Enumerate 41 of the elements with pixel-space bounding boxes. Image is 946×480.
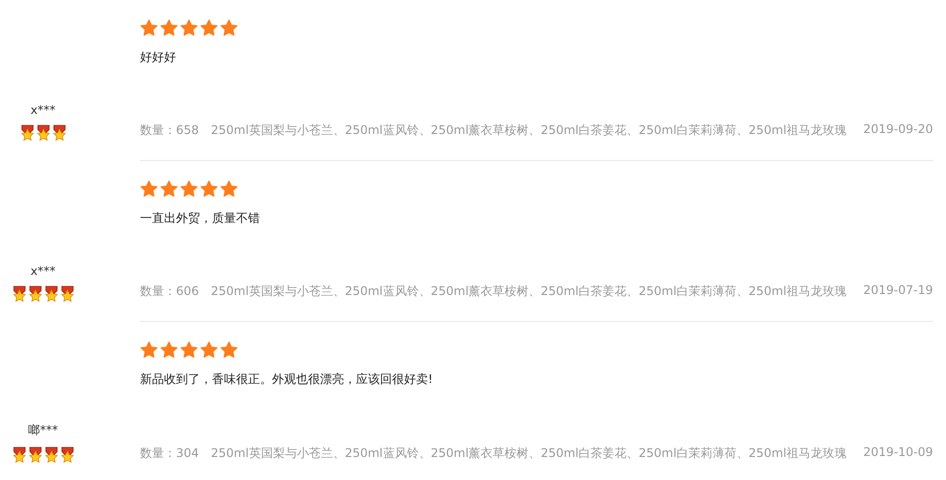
review-comment: 好好好 <box>140 49 176 66</box>
user-name: 啷*** <box>28 422 58 439</box>
medal-icon <box>28 447 42 463</box>
user-name: x*** <box>30 103 56 117</box>
review-date: 2019-07-19 <box>863 283 933 299</box>
star-icon <box>200 341 218 359</box>
star-icon <box>180 341 198 359</box>
star-icon <box>140 341 158 359</box>
review-date: 2019-09-20 <box>863 122 933 138</box>
medal-icon <box>12 447 26 463</box>
star-icon <box>220 19 238 37</box>
medal-icon <box>12 286 26 302</box>
medal-icon <box>28 286 42 302</box>
review-date: 2019-10-09 <box>863 445 933 461</box>
star-icon <box>220 180 238 198</box>
quantity-text: 数量：606 <box>140 283 199 300</box>
review-comment: 一直出外贸，质量不错 <box>140 210 260 227</box>
medal-icon <box>44 286 58 302</box>
star-icon <box>160 180 178 198</box>
star-icon <box>180 19 198 37</box>
user-name: x*** <box>30 264 56 278</box>
star-icon <box>160 341 178 359</box>
medal-icon <box>20 125 34 141</box>
star-icon <box>200 180 218 198</box>
medal-icon <box>52 125 66 141</box>
medal-icon <box>36 125 50 141</box>
star-icon <box>220 341 238 359</box>
product-specs: 250ml英国梨与小苍兰、250ml蓝风铃、250ml薰衣草桉树、250ml白茶姜花、250ml白茉莉薄荷、250ml祖马龙玫瑰 <box>210 122 846 139</box>
product-specs: 250ml英国梨与小苍兰、250ml蓝风铃、250ml薰衣草桉树、250ml白茶姜花、250ml白茉莉薄荷、250ml祖马龙玫瑰 <box>210 283 846 300</box>
product-specs: 250ml英国梨与小苍兰、250ml蓝风铃、250ml薰衣草桉树、250ml白茶姜花、250ml白茉莉薄荷、250ml祖马龙玫瑰 <box>210 445 846 462</box>
star-icon <box>180 180 198 198</box>
star-icon <box>200 19 218 37</box>
quantity-text: 数量：304 <box>140 445 199 462</box>
star-icon <box>140 180 158 198</box>
review-comment: 新品收到了，香味很正。外观也很漂亮，应该回很好卖! <box>140 371 433 388</box>
medal-icon <box>60 447 74 463</box>
star-icon <box>160 19 178 37</box>
medal-icon <box>44 447 58 463</box>
quantity-text: 数量：658 <box>140 122 199 139</box>
medal-icon <box>60 286 74 302</box>
star-icon <box>140 19 158 37</box>
